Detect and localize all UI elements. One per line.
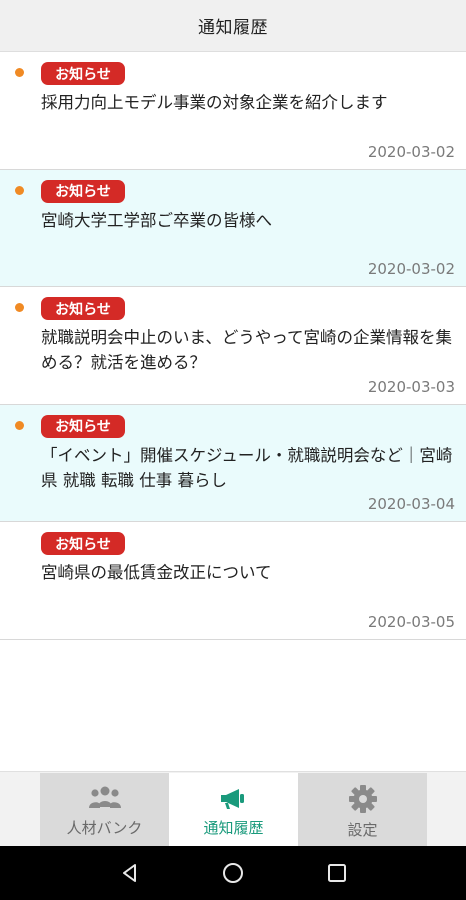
notice-badge: お知らせ [41, 532, 125, 555]
notification-date: 2020-03-02 [367, 142, 455, 161]
notification-title: 就職説明会中止のいま、どうやって宮崎の企業情報を集める？就活を進める？ [41, 328, 453, 372]
notification-title: 採用力向上モデル事業の対象企業を紹介します [41, 93, 388, 112]
notice-badge: お知らせ [41, 414, 125, 438]
page-title: 通知履歴 [198, 18, 268, 38]
tab-talent-bank[interactable]: 人材バンク [40, 773, 169, 847]
notification-title: 宮崎大学工学部ご卒業の皆様へ [41, 210, 272, 230]
tab-settings[interactable]: 設定 [298, 773, 427, 847]
tab-label: 人材バンク [66, 819, 143, 837]
notice-badge: お知らせ [41, 297, 125, 320]
back-button[interactable] [100, 846, 160, 900]
tab-notification-history[interactable]: 通知履歴 [169, 773, 298, 847]
people-icon [88, 786, 121, 808]
app-header: 通知履歴 [0, 0, 466, 52]
tab-label: 通知履歴 [203, 819, 264, 837]
notification-title: 「イベント」開催スケジュール・就職説明会など｜宮崎県 就職 転職 仕事 暮らし [41, 445, 453, 490]
notification-item[interactable]: お知らせ 宮崎県の最低賃金改正について 2020-03-05 [0, 522, 466, 640]
notification-item[interactable]: お知らせ 採用力向上モデル事業の対象企業を紹介します 2020-03-02 [0, 52, 466, 170]
unread-dot [15, 303, 24, 312]
notification-item[interactable]: お知らせ 就職説明会中止のいま、どうやって宮崎の企業情報を集める？就活を進める？… [0, 287, 466, 405]
megaphone-icon [220, 789, 244, 809]
notification-item[interactable]: お知らせ 宮崎大学工学部ご卒業の皆様へ 2020-03-02 [0, 169, 466, 287]
bottom-tab-bar: 人材バンク 通知履歴 設定 [0, 771, 466, 847]
notification-date: 2020-03-05 [367, 612, 455, 631]
notification-date: 2020-03-03 [367, 377, 455, 396]
notification-item[interactable]: お知らせ 「イベント」開催スケジュール・就職説明会など｜宮崎県 就職 転職 仕事… [0, 404, 466, 522]
notice-badge: お知らせ [41, 179, 125, 203]
unread-dot [15, 420, 24, 430]
home-button[interactable] [203, 846, 263, 900]
notice-badge: お知らせ [41, 62, 125, 85]
notification-list: お知らせ 採用力向上モデル事業の対象企業を紹介します 2020-03-02 お知… [0, 52, 466, 640]
system-navigation-bar [0, 846, 466, 900]
notification-title: 宮崎県の最低賃金改正について [41, 563, 272, 582]
gear-icon [348, 785, 377, 813]
tab-label: 設定 [347, 821, 378, 839]
unread-dot [15, 185, 24, 195]
notification-date: 2020-03-02 [367, 260, 455, 278]
unread-dot [15, 68, 24, 77]
back-icon [123, 864, 136, 882]
recents-icon [328, 864, 346, 882]
notification-date: 2020-03-04 [367, 495, 455, 513]
home-icon [223, 863, 243, 883]
recents-button[interactable] [307, 846, 367, 900]
